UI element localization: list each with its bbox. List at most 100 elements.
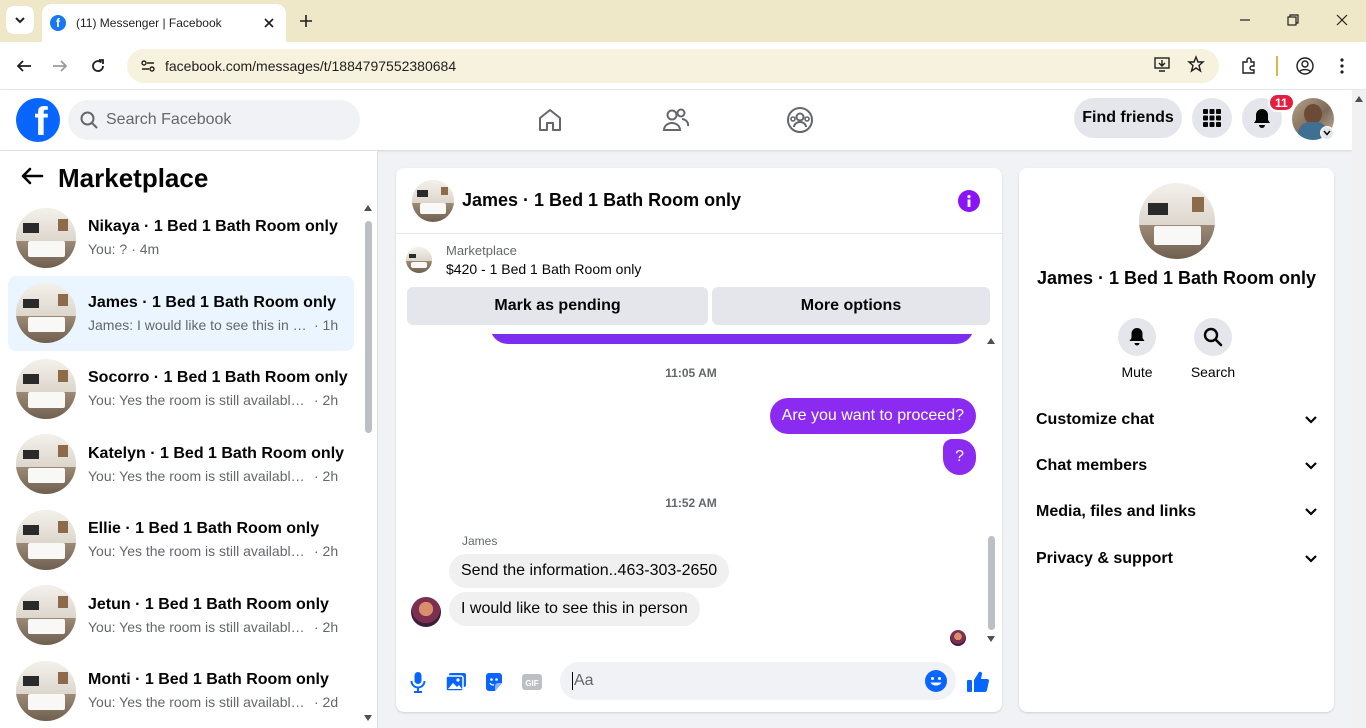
privacy-support-section[interactable]: Privacy & support bbox=[1036, 547, 1318, 571]
chat-scrollbar[interactable] bbox=[984, 336, 998, 648]
conversation-time: · 2h bbox=[314, 618, 339, 635]
reload-icon[interactable] bbox=[86, 54, 110, 78]
address-bar-url: facebook.com/messages/t/1884797552380684 bbox=[165, 58, 457, 74]
conversation-preview: You: Yes the room is still available f..… bbox=[88, 392, 310, 409]
outgoing-message[interactable]: ? bbox=[943, 439, 976, 475]
mark-as-pending-button[interactable]: Mark as pending bbox=[407, 287, 708, 325]
svg-text:GIF: GIF bbox=[525, 679, 538, 688]
listing-summary[interactable]: Marketplace $420 - 1 Bed 1 Bath Room onl… bbox=[406, 243, 641, 277]
browser-tab-bar: f (11) Messenger | Facebook bbox=[0, 0, 1366, 42]
sidebar-title: Marketplace bbox=[58, 163, 209, 193]
conversation-row[interactable]: Nikaya · 1 Bed 1 Bath Room only You: ? · … bbox=[8, 200, 354, 276]
mute-button[interactable]: Mute bbox=[1107, 318, 1167, 380]
conversation-name: Katelyn · 1 Bed 1 Bath Room only bbox=[88, 444, 345, 462]
conversation-row[interactable]: Jetun · 1 Bed 1 Bath Room only You: Yes t… bbox=[8, 578, 354, 654]
info-icon[interactable] bbox=[958, 190, 980, 212]
browser-tab-active[interactable]: f (11) Messenger | Facebook bbox=[42, 4, 286, 42]
info-panel-name: James · 1 Bed 1 Bath Room only bbox=[1036, 268, 1317, 288]
chat-panel: James · 1 Bed 1 Bath Room only Marketpla… bbox=[396, 168, 1002, 712]
conversation-time: · 2d bbox=[314, 694, 339, 711]
forward-arrow-icon[interactable] bbox=[48, 54, 72, 78]
chat-scrollbar-thumb[interactable] bbox=[988, 536, 995, 630]
menu-grid-icon[interactable] bbox=[1192, 98, 1232, 138]
chevron-down-icon bbox=[1305, 508, 1317, 516]
listing-thumbnail bbox=[16, 509, 76, 570]
gif-icon[interactable]: GIF bbox=[520, 670, 544, 694]
tab-title: (11) Messenger | Facebook bbox=[76, 16, 222, 30]
home-icon[interactable] bbox=[536, 106, 564, 134]
groups-icon[interactable] bbox=[786, 106, 814, 134]
sidebar-scrollbar-thumb[interactable] bbox=[365, 221, 372, 433]
facebook-logo-letter: f bbox=[34, 100, 48, 142]
chat-members-section[interactable]: Chat members bbox=[1036, 454, 1318, 478]
microphone-icon[interactable] bbox=[406, 670, 430, 694]
conversation-row[interactable]: Socorro · 1 Bed 1 Bath Room only You: Yes… bbox=[8, 351, 354, 427]
media-files-links-section[interactable]: Media, files and links bbox=[1036, 500, 1318, 524]
conversation-time: · 2h bbox=[314, 543, 339, 560]
outgoing-message[interactable]: Are you want to proceed? bbox=[769, 398, 976, 434]
listing-price: $420 - 1 Bed 1 Bath Room only bbox=[446, 261, 642, 277]
bookmark-star-icon[interactable] bbox=[1187, 54, 1205, 78]
customize-chat-section[interactable]: Customize chat bbox=[1036, 408, 1318, 432]
extensions-puzzle-icon[interactable] bbox=[1237, 54, 1261, 78]
new-tab-icon[interactable] bbox=[296, 11, 316, 31]
chat-header-avatar[interactable] bbox=[412, 179, 454, 222]
conversation-preview: You: Yes the room is still available f..… bbox=[88, 694, 310, 711]
conversation-preview: You: Yes the room is still available f..… bbox=[88, 467, 310, 484]
restore-window-icon[interactable] bbox=[1281, 8, 1305, 32]
back-arrow-icon[interactable] bbox=[12, 54, 36, 78]
conversation-name: Monti · 1 Bed 1 Bath Room only bbox=[88, 671, 329, 689]
profile-icon[interactable] bbox=[1293, 54, 1317, 78]
facebook-logo[interactable]: f bbox=[16, 98, 60, 142]
message-sender-name: James bbox=[462, 534, 498, 548]
conversation-time: · 2h bbox=[314, 467, 339, 484]
conversation-row[interactable]: Monti · 1 Bed 1 Bath Room only You: Yes t… bbox=[8, 653, 354, 728]
conversation-row[interactable]: Katelyn · 1 Bed 1 Bath Room only You: Yes… bbox=[8, 427, 354, 503]
toolbar-divider bbox=[1276, 56, 1278, 76]
facebook-header: f Find friends 11 bbox=[0, 90, 1352, 150]
back-arrow-icon[interactable] bbox=[20, 166, 44, 191]
site-info-icon[interactable] bbox=[133, 58, 163, 74]
bell-icon bbox=[1129, 328, 1145, 346]
address-bar[interactable]: facebook.com/messages/t/1884797552380684 bbox=[127, 49, 1219, 83]
listing-thumbnail bbox=[16, 585, 76, 646]
emoji-icon[interactable] bbox=[924, 669, 948, 698]
search-icon bbox=[1203, 327, 1223, 347]
incoming-message[interactable]: I would like to see this in person bbox=[449, 592, 700, 626]
page-scrollbar[interactable] bbox=[1352, 90, 1366, 728]
minimize-icon[interactable] bbox=[1233, 8, 1257, 32]
search-in-chat-button[interactable]: Search bbox=[1183, 318, 1243, 380]
friends-icon[interactable] bbox=[662, 106, 690, 134]
conversation-name: Ellie · 1 Bed 1 Bath Room only bbox=[88, 520, 320, 538]
close-tab-icon[interactable] bbox=[260, 14, 278, 32]
browser-menu-icon[interactable] bbox=[1330, 54, 1354, 78]
conversation-row[interactable]: Ellie · 1 Bed 1 Bath Room only You: Yes t… bbox=[8, 502, 354, 578]
chat-info-panel: James · 1 Bed 1 Bath Room only Mute Sear… bbox=[1019, 168, 1334, 712]
seen-indicator-avatar bbox=[950, 630, 966, 646]
chevron-down-icon bbox=[1305, 555, 1317, 563]
browser-toolbar: facebook.com/messages/t/1884797552380684 bbox=[0, 42, 1366, 90]
info-panel-avatar[interactable] bbox=[1139, 183, 1215, 259]
chat-header: James · 1 Bed 1 Bath Room only bbox=[396, 168, 1002, 234]
install-app-icon[interactable] bbox=[1153, 55, 1171, 78]
sidebar-scrollbar[interactable] bbox=[362, 203, 374, 723]
tab-search-button[interactable] bbox=[6, 6, 34, 34]
facebook-search-input[interactable] bbox=[106, 111, 346, 129]
message-input[interactable] bbox=[572, 672, 912, 690]
conversation-preview: You: ? bbox=[88, 241, 128, 258]
incoming-message[interactable]: Send the information..463-303-2650 bbox=[449, 554, 730, 588]
sticker-icon[interactable] bbox=[482, 670, 506, 694]
close-window-icon[interactable] bbox=[1330, 8, 1354, 32]
message-input-box[interactable] bbox=[560, 662, 956, 700]
photo-icon[interactable] bbox=[444, 670, 468, 694]
chat-title[interactable]: James · 1 Bed 1 Bath Room only bbox=[462, 190, 741, 211]
listing-thumbnail bbox=[16, 358, 76, 419]
conversation-time: · 2h bbox=[314, 392, 339, 409]
account-chevron-icon[interactable] bbox=[1320, 126, 1334, 140]
conversation-row[interactable]: James · 1 Bed 1 Bath Room only James: I w… bbox=[8, 275, 354, 351]
more-options-button[interactable]: More options bbox=[712, 287, 990, 325]
find-friends-button[interactable]: Find friends bbox=[1074, 98, 1182, 138]
thumbs-up-icon[interactable] bbox=[966, 670, 990, 694]
facebook-search-box[interactable] bbox=[68, 100, 360, 140]
sender-avatar[interactable] bbox=[411, 597, 441, 627]
